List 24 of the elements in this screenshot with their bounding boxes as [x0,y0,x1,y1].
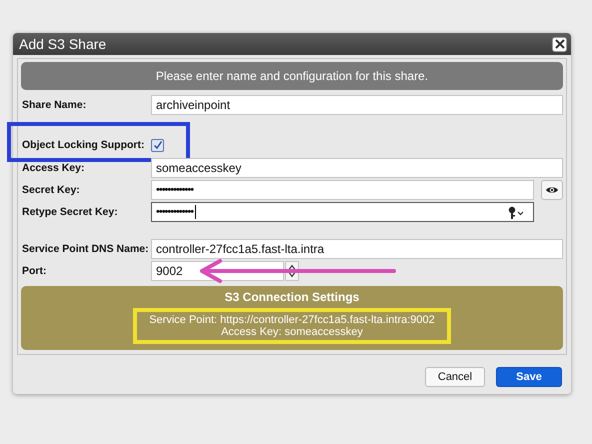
eye-icon [545,185,559,195]
field-label: Retype Secret Key: [21,206,119,218]
field-label: Object Locking Support: [21,139,146,151]
header-banner: Please enter name and configuration for this share. [21,62,563,90]
input-field[interactable]: someaccesskey [151,158,563,178]
checkbox[interactable] [151,138,164,152]
input-field[interactable]: archiveinpoint [151,95,563,115]
cancel-button[interactable]: Cancel [425,367,485,387]
field-label: Secret Key: [21,184,81,196]
close-button[interactable] [552,36,567,52]
settings-title: S3 Connection Settings [224,290,360,304]
field-label: Share Name: [21,99,88,111]
window-title: Add S3 Share [19,36,106,52]
field-label: Port: [21,265,48,277]
settings-line: Access Key: someaccesskey [221,326,363,338]
save-button[interactable]: Save [496,367,562,387]
show-password-button[interactable] [541,180,563,200]
input-field[interactable]: controller-27fcc1a5.fast-lta.intra [151,239,563,259]
field-label: Access Key: [21,162,86,174]
password-field[interactable]: ••••••••••••• [151,180,534,200]
password-field[interactable]: ••••••••••••• [151,202,534,222]
settings-line: Service Point: https://controller-27fcc1a5.fast-lta.intra:9002 [149,314,435,326]
field-label: Service Point DNS Name: [21,243,150,255]
close-icon [554,39,564,49]
